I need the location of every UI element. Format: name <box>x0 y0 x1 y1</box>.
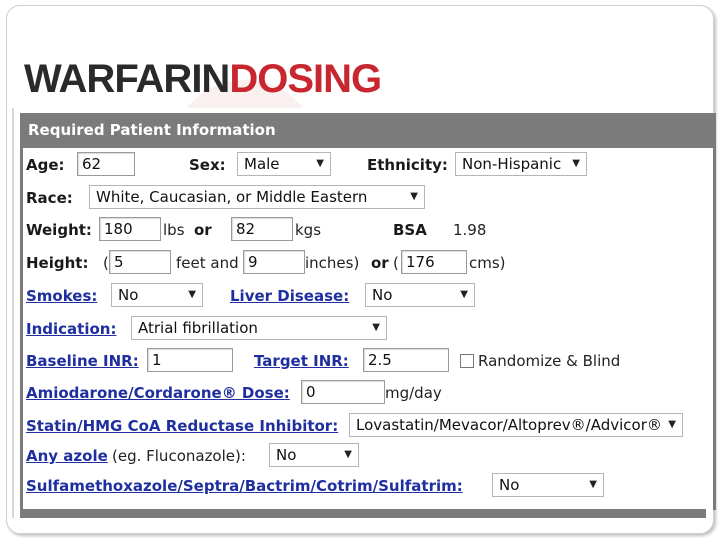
height-open-paren-2: ( <box>393 254 399 272</box>
smokes-link[interactable]: Smokes: <box>26 283 97 309</box>
row-inr: Baseline INR: 1 Target INR: 2.5 Randomiz… <box>23 348 707 374</box>
age-label: Age: <box>26 156 65 174</box>
height-inches-input[interactable]: 9 <box>243 250 305 274</box>
logo-part-warfarin: WARFARIN <box>24 57 230 101</box>
randomize-label: Randomize & Blind <box>478 352 621 370</box>
ethnicity-select[interactable]: Non-Hispanic ▼ <box>455 152 587 176</box>
weight-kgs-input[interactable]: 82 <box>231 217 293 241</box>
row-azole: Any azole (eg. Fluconazole): No ▼ <box>23 443 707 469</box>
target-inr-link[interactable]: Target INR: <box>254 348 349 374</box>
target-inr-input[interactable]: 2.5 <box>363 348 449 372</box>
chevron-down-icon: ▼ <box>344 449 352 460</box>
baseline-inr-input[interactable]: 1 <box>147 348 233 372</box>
ethnicity-value: Non-Hispanic <box>462 155 562 173</box>
height-open-paren: ( <box>103 254 109 272</box>
warfarin-dosing-logo: WARFARINDOSING <box>24 56 382 102</box>
weight-or: or <box>194 221 212 239</box>
randomize-checkbox[interactable] <box>460 354 474 368</box>
race-value: White, Caucasian, or Middle Eastern <box>96 188 368 206</box>
chevron-down-icon: ▼ <box>572 158 580 169</box>
bsa-label: BSA <box>393 221 427 239</box>
panel-body: Age: 62 Sex: Male ▼ Ethnicity: Non-Hispa… <box>20 148 716 510</box>
sex-label: Sex: <box>189 156 226 174</box>
chevron-down-icon: ▼ <box>460 289 468 300</box>
height-feet-unit: feet and <box>176 254 239 272</box>
azole-note: (eg. Fluconazole): <box>112 447 246 465</box>
smokes-value: No <box>118 286 139 304</box>
bsa-value: 1.98 <box>453 221 487 239</box>
row-sulfa: Sulfamethoxazole/Septra/Bactrim/Cotrim/S… <box>23 473 707 499</box>
sex-value: Male <box>244 155 280 173</box>
statin-value: Lovastatin/Mevacor/Altoprev®/Advicor® <box>356 416 662 434</box>
chevron-down-icon: ▼ <box>410 191 418 202</box>
row-weight: Weight: 180 lbs or 82 kgs BSA 1.98 <box>23 217 707 243</box>
row-indication: Indication: Atrial fibrillation ▼ <box>23 316 707 342</box>
baseline-inr-link[interactable]: Baseline INR: <box>26 348 139 374</box>
amiodarone-link[interactable]: Amiodarone/Cordarone® Dose: <box>26 380 290 406</box>
logo-part-dosing: DOSING <box>229 57 382 101</box>
patient-info-panel: Required Patient Information Age: 62 Sex… <box>12 108 716 518</box>
age-input[interactable]: 62 <box>77 152 135 176</box>
height-inches-unit: inches) <box>305 254 360 272</box>
weight-label: Weight: <box>26 221 92 239</box>
row-amiodarone: Amiodarone/Cordarone® Dose: 0 mg/day <box>23 380 707 406</box>
weight-lbs-input[interactable]: 180 <box>99 217 161 241</box>
height-label: Height: <box>26 254 89 272</box>
statin-link[interactable]: Statin/HMG CoA Reductase Inhibitor: <box>26 413 338 439</box>
height-or: or <box>371 254 389 272</box>
indication-select[interactable]: Atrial fibrillation ▼ <box>131 316 387 340</box>
row-height: Height: ( 5 feet and 9 inches) or ( 176 … <box>23 250 707 276</box>
statin-select[interactable]: Lovastatin/Mevacor/Altoprev®/Advicor® ▼ <box>349 413 683 437</box>
azole-link[interactable]: Any azole <box>26 443 108 469</box>
height-feet-input[interactable]: 5 <box>109 250 171 274</box>
amiodarone-unit: mg/day <box>385 384 442 402</box>
liver-disease-value: No <box>372 286 393 304</box>
row-statin: Statin/HMG CoA Reductase Inhibitor: Lova… <box>23 413 707 439</box>
amiodarone-input[interactable]: 0 <box>301 380 385 404</box>
height-cm-unit: cms) <box>469 254 506 272</box>
sulfa-link[interactable]: Sulfamethoxazole/Septra/Bactrim/Cotrim/S… <box>26 473 463 499</box>
liver-disease-select[interactable]: No ▼ <box>365 283 475 307</box>
race-select[interactable]: White, Caucasian, or Middle Eastern ▼ <box>89 185 425 209</box>
row-age-sex-ethnicity: Age: 62 Sex: Male ▼ Ethnicity: Non-Hispa… <box>23 152 707 178</box>
liver-disease-link[interactable]: Liver Disease: <box>230 283 349 309</box>
row-race: Race: White, Caucasian, or Middle Easter… <box>23 185 707 211</box>
indication-link[interactable]: Indication: <box>26 316 116 342</box>
row-smokes-liver: Smokes: No ▼ Liver Disease: No ▼ <box>23 283 707 309</box>
azole-value: No <box>276 446 297 464</box>
smokes-select[interactable]: No ▼ <box>111 283 203 307</box>
weight-kgs-unit: kgs <box>295 221 322 239</box>
indication-value: Atrial fibrillation <box>138 319 258 337</box>
azole-select[interactable]: No ▼ <box>269 443 359 467</box>
sex-select[interactable]: Male ▼ <box>237 152 331 176</box>
panel-bottom-bar <box>20 509 706 518</box>
panel-title: Required Patient Information <box>20 113 716 148</box>
weight-lbs-unit: lbs <box>163 221 185 239</box>
chevron-down-icon: ▼ <box>188 289 196 300</box>
chevron-down-icon: ▼ <box>666 414 676 436</box>
race-label: Race: <box>26 189 73 207</box>
sulfa-value: No <box>499 476 520 494</box>
sulfa-select[interactable]: No ▼ <box>492 473 604 497</box>
height-cm-input[interactable]: 176 <box>401 250 467 274</box>
ethnicity-label: Ethnicity: <box>367 156 448 174</box>
chevron-down-icon: ▼ <box>316 158 324 169</box>
chevron-down-icon: ▼ <box>372 322 380 333</box>
chevron-down-icon: ▼ <box>589 479 597 490</box>
